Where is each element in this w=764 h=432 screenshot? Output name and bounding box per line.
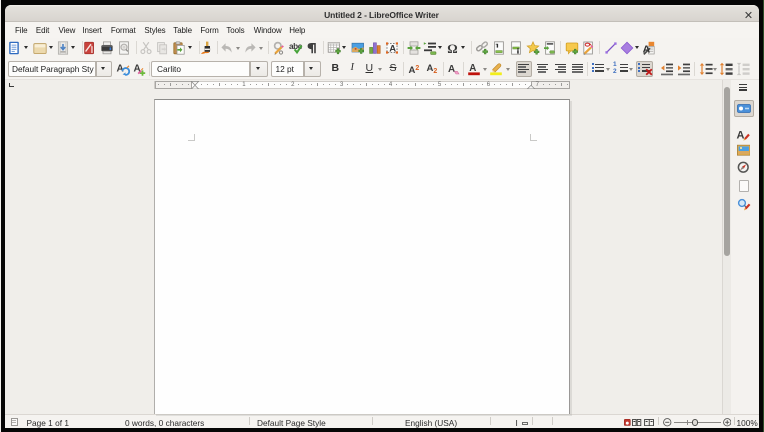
svg-text:A: A [469,62,476,73]
svg-text:Ω: Ω [447,41,457,55]
svg-text:A: A [389,43,396,54]
svg-text:A: A [448,64,455,75]
svg-text:A: A [737,129,745,141]
